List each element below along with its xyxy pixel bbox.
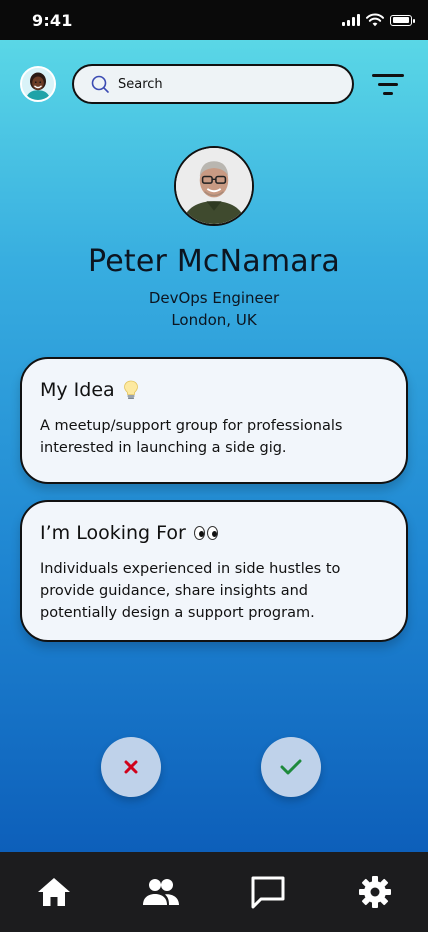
idea-card-header: My Idea xyxy=(40,379,388,401)
looking-for-card-header: I’m Looking For xyxy=(40,522,388,544)
profile-photo xyxy=(174,146,254,226)
battery-icon xyxy=(390,14,415,26)
tab-people[interactable] xyxy=(141,872,181,912)
looking-for-card-body: Individuals experienced in side hustles … xyxy=(40,561,341,621)
profile-location: London, UK xyxy=(171,311,257,329)
filter-icon[interactable] xyxy=(372,72,404,98)
tab-chat[interactable] xyxy=(248,872,288,912)
people-icon xyxy=(143,879,179,905)
status-bar: 9:41 xyxy=(0,0,428,40)
profile-portrait-icon xyxy=(176,148,252,224)
search-icon xyxy=(91,75,109,93)
looking-for-card: I’m Looking For Individuals experienced … xyxy=(20,500,408,642)
looking-for-card-title: I’m Looking For xyxy=(40,522,186,544)
reject-button[interactable] xyxy=(101,737,161,797)
search-input[interactable] xyxy=(118,76,318,92)
tab-settings[interactable] xyxy=(355,872,395,912)
signal-icon xyxy=(342,14,360,26)
profile-name: Peter McNamara xyxy=(88,244,340,279)
profile-role: DevOps Engineer xyxy=(148,289,280,307)
idea-card-body: A meetup/support group for professionals… xyxy=(40,418,343,456)
home-icon xyxy=(38,878,70,906)
status-time: 9:41 xyxy=(32,11,73,30)
close-icon xyxy=(124,760,138,774)
idea-card: My Idea A meetup/support group for profe… xyxy=(20,357,408,484)
tab-home[interactable] xyxy=(34,872,74,912)
search-bar[interactable] xyxy=(72,64,354,104)
status-icons xyxy=(342,13,415,27)
user-avatar[interactable] xyxy=(20,66,56,102)
app-screen: 9:41 Search Peter McNamara DevOps Engine… xyxy=(0,0,428,932)
accept-button[interactable] xyxy=(261,737,321,797)
lightbulb-icon xyxy=(123,380,138,399)
eyes-icon xyxy=(193,526,218,540)
settings-icon xyxy=(359,876,391,908)
check-icon xyxy=(280,759,302,775)
idea-card-title: My Idea xyxy=(40,379,115,401)
wifi-icon xyxy=(366,13,384,27)
chat-icon xyxy=(251,876,285,909)
avatar-portrait-icon xyxy=(22,68,54,100)
tab-bar xyxy=(0,852,428,932)
